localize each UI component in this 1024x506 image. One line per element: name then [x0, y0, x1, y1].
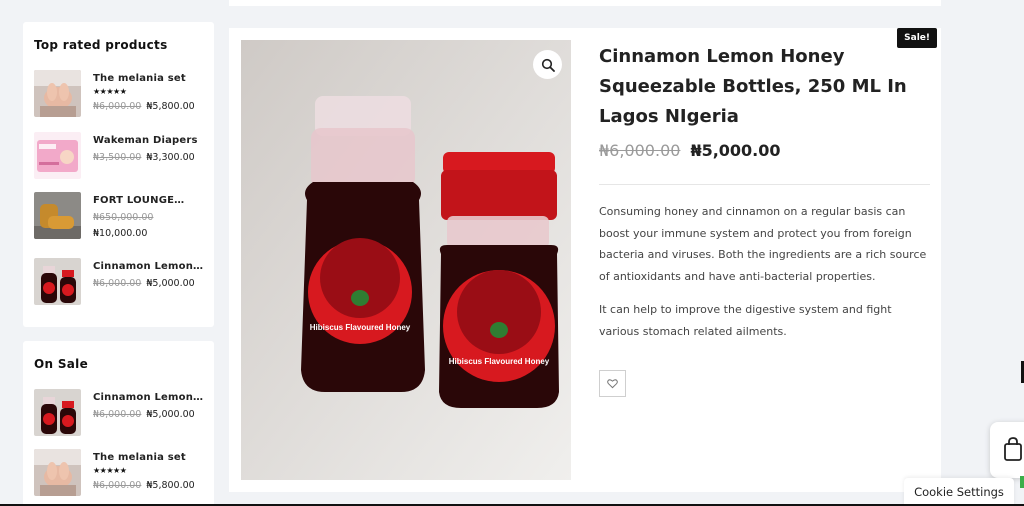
price: ₦6,000.00 ₦5,000.00	[93, 409, 195, 420]
divider	[599, 184, 930, 185]
old-price: ₦6,000.00	[93, 278, 142, 289]
label-text: Hibiscus Flavoured Honey	[310, 323, 411, 332]
product-name[interactable]: Cinnamon Lemon…	[93, 392, 203, 403]
old-price: ₦6,000.00	[93, 101, 142, 112]
price: ₦10,000.00	[93, 228, 147, 239]
product-name[interactable]: Cinnamon Lemon…	[93, 261, 203, 272]
hands-icon[interactable]	[34, 449, 81, 496]
sale-price: ₦5,000.00	[146, 409, 195, 420]
sale-price: ₦3,300.00	[146, 152, 195, 163]
sale-price: ₦5,800.00	[146, 480, 195, 491]
wishlist-button[interactable]	[599, 370, 626, 397]
product-name[interactable]: FORT LOUNGE…	[93, 195, 184, 206]
old-price: ₦650,000.00	[93, 212, 154, 223]
product-name[interactable]: Wakeman Diapers	[93, 135, 198, 146]
price: ₦6,000.00 ₦5,800.00	[93, 101, 195, 112]
product-title: Cinnamon Lemon Honey Squeezable Bottles,…	[599, 46, 907, 127]
list-item[interactable]: Wakeman Diapers ₦3,500.00 ₦3,300.00	[34, 132, 209, 182]
sale-price: ₦5,000.00	[690, 141, 781, 160]
hands-icon[interactable]	[34, 70, 81, 117]
star-rating: ★★★★★	[93, 87, 127, 96]
honey-bottles-photo: Hibiscus Flavoured Honey Hibiscus Flavou…	[241, 40, 571, 480]
widget-title: On Sale	[34, 357, 89, 371]
previous-section-edge	[229, 0, 941, 6]
heart-icon	[607, 379, 618, 389]
product-description: Consuming honey and cinnamon on a regula…	[599, 205, 927, 283]
on-sale-widget: On Sale Cinnamon Lemon… ₦6,000.00 ₦5,000.…	[23, 341, 214, 506]
shopping-bag-icon	[1004, 437, 1022, 461]
cookie-settings-button[interactable]: Cookie Settings	[904, 478, 1014, 506]
widget-title: Top rated products	[34, 38, 168, 52]
product-price: ₦6,000.00 ₦5,000.00	[599, 141, 781, 160]
honey-bottles-icon[interactable]	[34, 389, 81, 436]
list-item[interactable]: FORT LOUNGE… ₦650,000.00 ₦10,000.00	[34, 192, 209, 242]
price: ₦6,000.00 ₦5,000.00	[93, 278, 195, 289]
old-price: ₦6,000.00	[599, 141, 681, 160]
old-price: ₦6,000.00	[93, 409, 142, 420]
product-image[interactable]: Hibiscus Flavoured Honey Hibiscus Flavou…	[241, 40, 571, 480]
list-item[interactable]: The melania set ★★★★★ ₦6,000.00 ₦5,800.00	[34, 449, 209, 499]
sale-price: ₦5,000.00	[146, 278, 195, 289]
top-rated-widget: Top rated products The melania set ★★★★★…	[23, 22, 214, 327]
list-item[interactable]: Cinnamon Lemon… ₦6,000.00 ₦5,000.00	[34, 258, 209, 308]
floating-cart-button[interactable]	[990, 422, 1024, 478]
price: ₦6,000.00 ₦5,800.00	[93, 480, 195, 491]
list-item[interactable]: The melania set ★★★★★ ₦6,000.00 ₦5,800.00	[34, 70, 209, 120]
search-icon	[541, 58, 555, 72]
old-price: ₦6,000.00	[93, 480, 142, 491]
cart-count-badge	[1020, 476, 1024, 488]
product-description: It can help to improve the digestive sys…	[599, 303, 892, 338]
diaper-pack-icon[interactable]	[34, 132, 81, 179]
sale-price: ₦5,800.00	[146, 101, 195, 112]
star-rating: ★★★★★	[93, 466, 127, 475]
honey-bottles-icon[interactable]	[34, 258, 81, 305]
old-price: ₦3,500.00	[93, 152, 142, 163]
zoom-button[interactable]	[533, 50, 562, 79]
product-card: Hibiscus Flavoured Honey Hibiscus Flavou…	[229, 28, 941, 492]
old-price: ₦650,000.00	[93, 212, 158, 223]
lounge-chair-icon[interactable]	[34, 192, 81, 239]
product-name[interactable]: The melania set	[93, 73, 186, 84]
product-name[interactable]: The melania set	[93, 452, 186, 463]
list-item[interactable]: Cinnamon Lemon… ₦6,000.00 ₦5,000.00	[34, 389, 209, 439]
sale-price: ₦10,000.00	[93, 228, 148, 239]
label-text: Hibiscus Flavoured Honey	[449, 357, 550, 366]
price: ₦3,500.00 ₦3,300.00	[93, 152, 195, 163]
